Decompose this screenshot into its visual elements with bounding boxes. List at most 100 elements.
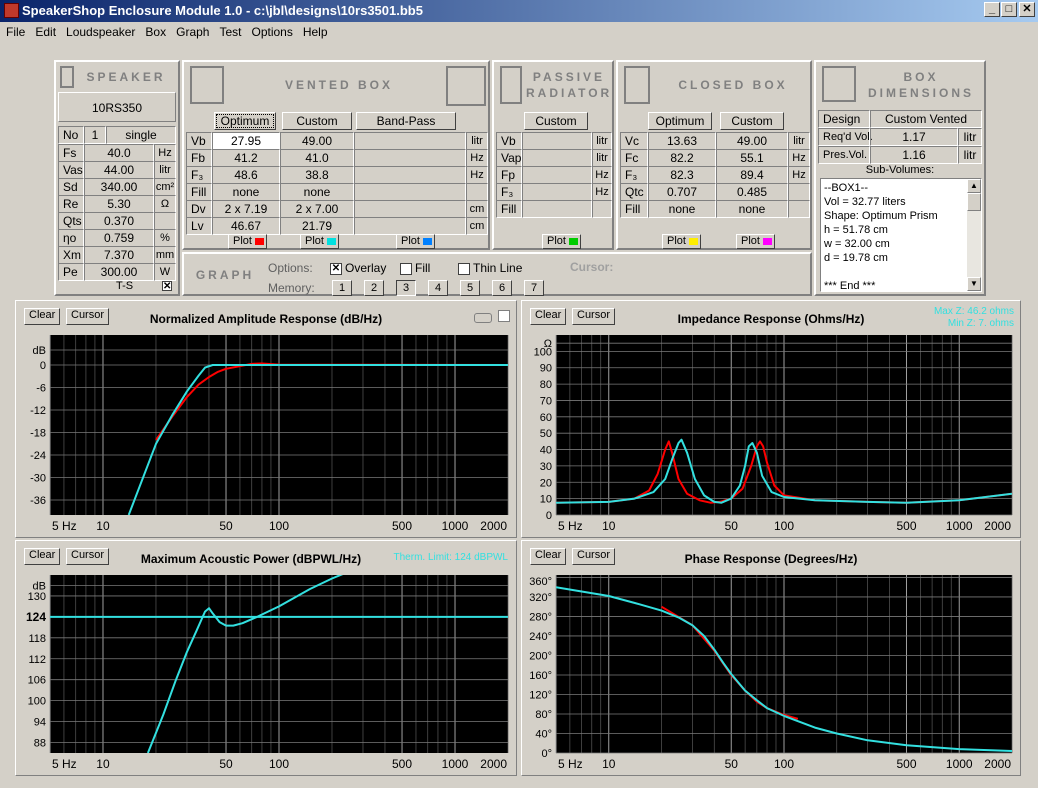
closed-custom-tab[interactable]: Custom: [720, 112, 784, 130]
menu-file[interactable]: File: [6, 25, 25, 39]
closed-optimum-value[interactable]: 13.63: [648, 132, 716, 150]
menu-edit[interactable]: Edit: [35, 25, 56, 39]
passive-param-value[interactable]: [522, 200, 592, 218]
overlay-option[interactable]: ✕ Overlay: [330, 261, 386, 275]
speaker-no-value[interactable]: 1: [84, 126, 106, 144]
speaker-param-value[interactable]: 44.00: [84, 161, 154, 179]
memory-button-5[interactable]: 5: [460, 280, 480, 296]
overlay-checkbox[interactable]: ✕: [330, 262, 342, 275]
y-tick-label: 10: [540, 494, 552, 506]
speaker-param-value[interactable]: 340.00: [84, 178, 154, 196]
vented-custom-value[interactable]: 49.00: [280, 132, 354, 150]
vented-optimum-value[interactable]: 27.95: [212, 132, 280, 150]
thin-line-checkbox[interactable]: [458, 262, 470, 275]
closed-custom-value[interactable]: 55.1: [716, 149, 788, 167]
minimize-button[interactable]: _: [984, 2, 1000, 17]
speaker-param-value[interactable]: 0.370: [84, 212, 154, 230]
closed-custom-value[interactable]: 49.00: [716, 132, 788, 150]
vented-optimum-value[interactable]: 2 x 7.19: [212, 200, 280, 218]
sub-volumes-list[interactable]: --BOX1-- Vol = 32.77 liters Shape: Optimum…: [820, 178, 982, 292]
app-icon[interactable]: [4, 3, 19, 18]
vented-optimum-tab[interactable]: Optimum: [214, 112, 276, 130]
memory-button-1[interactable]: 1: [332, 280, 352, 296]
vented-custom-tab[interactable]: Custom: [282, 112, 352, 130]
closed-optimum-value[interactable]: 82.2: [648, 149, 716, 167]
vented-custom-value[interactable]: 2 x 7.00: [280, 200, 354, 218]
scroll-up-icon[interactable]: ▲: [967, 179, 981, 193]
passive-param-value[interactable]: [522, 149, 592, 167]
closed-optimum-value[interactable]: none: [648, 200, 716, 218]
power-cursor-button[interactable]: Cursor: [66, 548, 110, 565]
y-tick-label: 120°: [529, 689, 552, 701]
scroll-thumb[interactable]: [967, 193, 981, 211]
power-clear-button[interactable]: Clear: [24, 548, 61, 565]
menu-box[interactable]: Box: [145, 25, 166, 39]
speaker-param-value[interactable]: 7.370: [84, 246, 154, 264]
design-value[interactable]: Custom Vented: [870, 110, 982, 128]
speaker-param-value[interactable]: 0.759: [84, 229, 154, 247]
bandpass-value[interactable]: [354, 183, 466, 201]
speaker-model[interactable]: 10RS350: [58, 92, 176, 122]
menu-graph[interactable]: Graph: [176, 25, 209, 39]
speaker-mode[interactable]: single: [106, 126, 176, 144]
memory-button-2[interactable]: 2: [364, 280, 384, 296]
vented-custom-plot-button[interactable]: Plot: [300, 234, 339, 249]
menu-loudspeaker[interactable]: Loudspeaker: [66, 25, 135, 39]
closed-custom-value[interactable]: 0.485: [716, 183, 788, 201]
phase-chart[interactable]: 360° 320° 280° 240° 200° 160° 120° 80° 40° 0° 5 Hz…: [522, 567, 1020, 775]
passive-param-value[interactable]: [522, 132, 592, 150]
close-button[interactable]: ✕: [1019, 2, 1035, 17]
closed-optimum-tab[interactable]: Optimum: [648, 112, 712, 130]
bandpass-value[interactable]: [354, 217, 466, 235]
speaker-param-value[interactable]: 40.0: [84, 144, 154, 162]
vented-optimum-value[interactable]: 48.6: [212, 166, 280, 184]
graph-color-box[interactable]: [498, 310, 510, 322]
power-chart[interactable]: dB13012411811210610094885 Hz 10 50 100 500 10…: [16, 567, 516, 775]
thin-line-option[interactable]: Thin Line: [458, 261, 522, 275]
vented-optimum-value[interactable]: 41.2: [212, 149, 280, 167]
passive-plot-button[interactable]: Plot: [542, 234, 581, 249]
bandpass-plot-button[interactable]: Plot: [396, 234, 435, 249]
scroll-down-icon[interactable]: ▼: [967, 277, 981, 291]
passive-custom-tab[interactable]: Custom: [524, 112, 588, 130]
vented-optimum-plot-button[interactable]: Plot: [228, 234, 267, 249]
menu-help[interactable]: Help: [303, 25, 328, 39]
closed-custom-value[interactable]: none: [716, 200, 788, 218]
vented-custom-value[interactable]: 38.8: [280, 166, 354, 184]
menu-test[interactable]: Test: [219, 25, 241, 39]
closed-optimum-plot-button[interactable]: Plot: [662, 234, 701, 249]
closed-optimum-value[interactable]: 0.707: [648, 183, 716, 201]
bandpass-value[interactable]: [354, 200, 466, 218]
maximize-button[interactable]: □: [1001, 2, 1017, 17]
amplitude-chart[interactable]: dB 0 -6 -12 -18 -24 -30 -36 5 Hz 10 50 100 500 1000 20…: [16, 327, 516, 537]
dimensions-header-2: DIMENSIONS: [867, 86, 974, 100]
speaker-param-value[interactable]: 5.30: [84, 195, 154, 213]
vented-custom-value[interactable]: 21.79: [280, 217, 354, 235]
menu-options[interactable]: Options: [251, 25, 292, 39]
printer-icon[interactable]: [474, 313, 492, 323]
fill-checkbox[interactable]: [400, 262, 412, 275]
x-tick-label: 500: [896, 519, 916, 533]
bandpass-value[interactable]: [354, 166, 466, 184]
sub-volumes-scrollbar[interactable]: ▲ ▼: [967, 179, 981, 291]
fill-option[interactable]: Fill: [400, 261, 430, 275]
passive-param-value[interactable]: [522, 166, 592, 184]
passive-param-value[interactable]: [522, 183, 592, 201]
vented-custom-value[interactable]: none: [280, 183, 354, 201]
ts-checkbox[interactable]: ✕: [162, 281, 172, 292]
memory-button-7[interactable]: 7: [524, 280, 544, 296]
bandpass-value[interactable]: [354, 132, 466, 150]
vented-custom-value[interactable]: 41.0: [280, 149, 354, 167]
memory-button-3[interactable]: 3: [396, 280, 416, 296]
vented-optimum-value[interactable]: 46.67: [212, 217, 280, 235]
vented-optimum-value[interactable]: none: [212, 183, 280, 201]
bandpass-value[interactable]: [354, 149, 466, 167]
vented-bandpass-tab[interactable]: Band-Pass: [356, 112, 456, 130]
memory-button-6[interactable]: 6: [492, 280, 512, 296]
memory-button-4[interactable]: 4: [428, 280, 448, 296]
closed-optimum-value[interactable]: 82.3: [648, 166, 716, 184]
impedance-chart[interactable]: Ω10090807060504030201005 Hz 10 50 100 500 100…: [522, 327, 1020, 537]
closed-custom-plot-button[interactable]: Plot: [736, 234, 775, 249]
speaker-param-value[interactable]: 300.00: [84, 263, 154, 281]
closed-custom-value[interactable]: 89.4: [716, 166, 788, 184]
